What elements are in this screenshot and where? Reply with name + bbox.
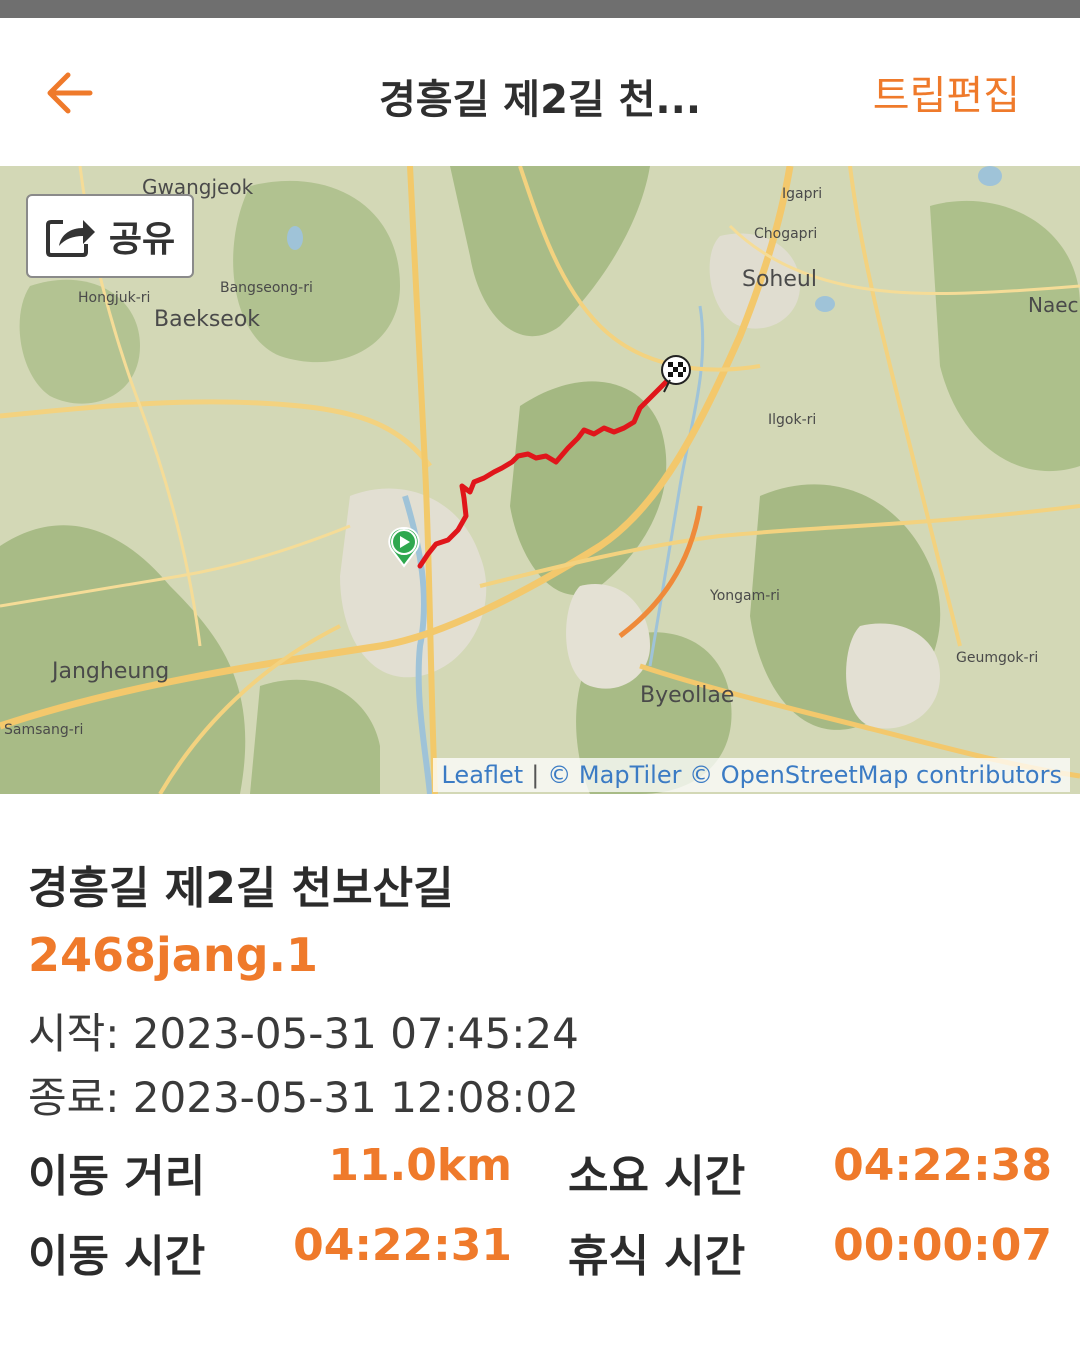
status-bar [0, 0, 1080, 18]
page-title: 경흥길 제2길 천... [378, 77, 702, 123]
elapsed-time-label: 소요 시간 [568, 1151, 746, 1202]
map-label-chogapri: Chogapri [754, 226, 817, 242]
share-icon [45, 220, 95, 257]
start-time: 시작: 2023-05-31 07:45:24 [28, 1009, 579, 1058]
trip-user-link[interactable]: 2468jang.1 [28, 928, 318, 982]
trip-details: 경흥길 제2길 천보산길 2468jang.1 시작: 2023-05-31 0… [0, 794, 1080, 1365]
map-label-samsangri: Samsang-ri [4, 722, 83, 738]
route-map[interactable]: Gwangjeok Baekseok Soheul Jangheung Byeo… [0, 166, 1080, 794]
map-label-igapri: Igapri [782, 186, 822, 202]
osm-link[interactable]: © OpenStreetMap contributors [689, 761, 1062, 789]
map-label-soheul: Soheul [742, 267, 817, 292]
rest-time-label: 휴식 시간 [568, 1231, 746, 1282]
map-label-jangheung: Jangheung [50, 659, 169, 684]
elapsed-time-value: 04:22:38 [833, 1140, 1052, 1191]
share-button[interactable]: 공유 [26, 194, 194, 278]
map-attribution: Leaflet | © MapTiler © OpenStreetMap contr… [433, 758, 1070, 792]
moving-time-value: 04:22:31 [293, 1220, 512, 1271]
map-label-byeollae: Byeollae [640, 683, 734, 708]
map-label-naec: Naec [1028, 293, 1079, 317]
leaflet-link[interactable]: Leaflet [441, 761, 523, 789]
maptiler-link[interactable]: © MapTiler [547, 761, 681, 789]
trip-name: 경흥길 제2길 천보산길 [28, 863, 454, 914]
attribution-separator: | [531, 761, 540, 789]
moving-time-label: 이동 시간 [28, 1231, 206, 1282]
distance-value: 11.0km [328, 1140, 512, 1191]
share-label: 공유 [108, 219, 176, 260]
map-label-baekseok: Baekseok [154, 307, 260, 332]
map-label-bangseongri: Bangseong-ri [220, 280, 313, 296]
app-header: 경흥길 제2길 천... 트립편집 [0, 18, 1080, 166]
back-button[interactable] [30, 58, 110, 128]
distance-label: 이동 거리 [28, 1151, 206, 1202]
edit-trip-button[interactable]: 트립편집 [873, 66, 1020, 126]
rest-time-value: 00:00:07 [833, 1220, 1052, 1271]
map-label-yongamri: Yongam-ri [709, 588, 780, 604]
end-time: 종료: 2023-05-31 12:08:02 [28, 1073, 579, 1122]
map-label-ilgokri: Ilgok-ri [768, 412, 816, 428]
arrow-left-icon [47, 72, 93, 114]
map-label-geumgokri: Geumgok-ri [956, 650, 1038, 666]
map-label-hongjukri: Hongjuk-ri [78, 290, 150, 306]
